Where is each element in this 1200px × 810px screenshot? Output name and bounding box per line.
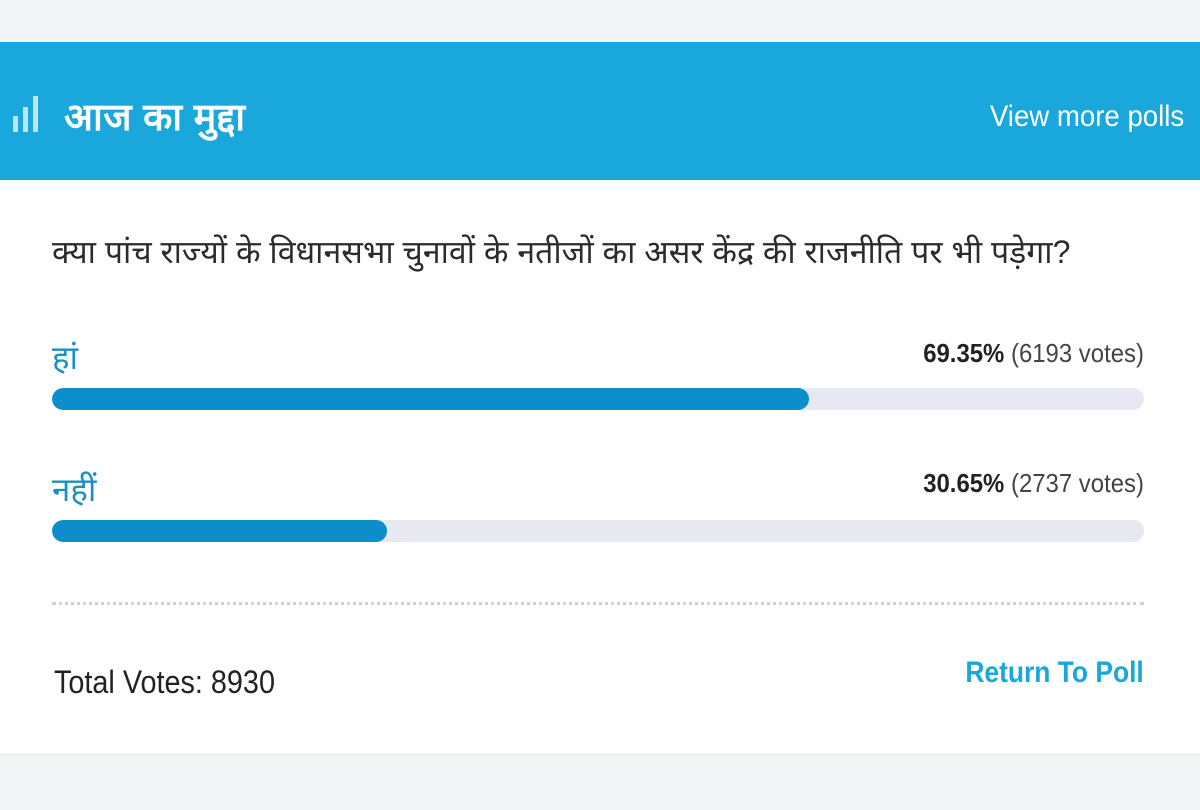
view-more-polls-link[interactable]: View more polls xyxy=(990,100,1184,134)
result-bar-fill-no xyxy=(52,520,387,542)
total-votes: Total Votes: 8930 xyxy=(54,664,275,700)
bar-chart-icon xyxy=(13,96,38,132)
result-bar-fill-yes xyxy=(52,388,810,410)
poll-header: आज का मुद्दा View more polls xyxy=(0,42,1200,180)
return-to-poll-link[interactable]: Return To Poll xyxy=(966,656,1144,690)
divider xyxy=(52,602,1144,605)
page-top-strip xyxy=(0,0,1200,42)
option-label-no: नहीं xyxy=(52,471,97,508)
option-votes: (2737 votes) xyxy=(1011,468,1144,498)
result-bar-track-yes xyxy=(52,388,1144,410)
option-label-yes: हां xyxy=(52,339,79,376)
option-stats-yes: 69.35% (6193 votes) xyxy=(923,338,1144,369)
option-percent: 69.35% xyxy=(923,338,1005,368)
poll-title: आज का मुद्दा xyxy=(64,97,246,139)
poll-widget: आज का मुद्दा View more polls क्या पांच र… xyxy=(0,42,1200,755)
option-votes: (6193 votes) xyxy=(1011,338,1144,368)
result-bar-track-no xyxy=(52,520,1144,542)
option-stats-no: 30.65% (2737 votes) xyxy=(923,468,1144,499)
option-percent: 30.65% xyxy=(923,468,1005,498)
poll-question: क्या पांच राज्यों के विधानसभा चुनावों के… xyxy=(52,234,1071,270)
